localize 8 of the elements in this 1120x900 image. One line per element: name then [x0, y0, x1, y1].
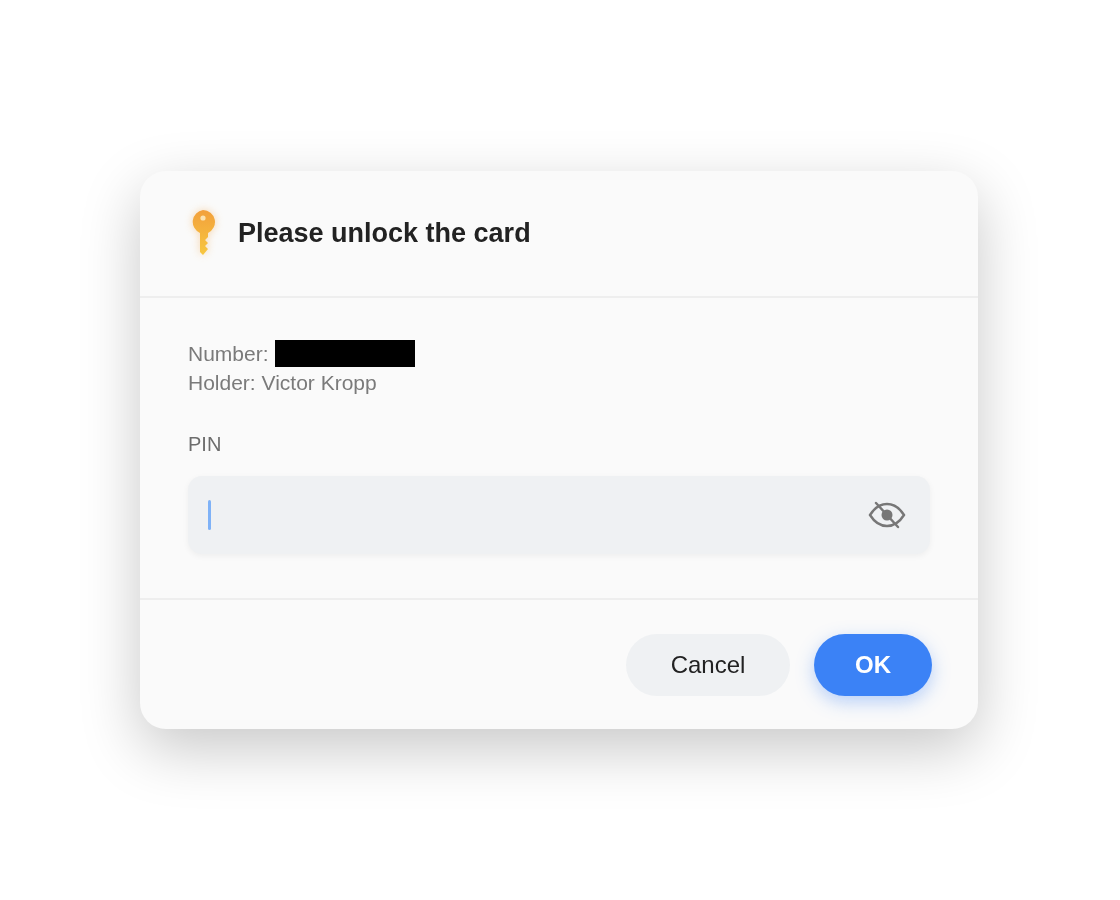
pin-label: PIN — [188, 433, 223, 456]
detail-text: Holder: Victor Kropp — [188, 371, 377, 395]
detail-text: Number: — [188, 341, 269, 366]
ok-button[interactable]: OK — [814, 633, 932, 696]
cancel-button[interactable]: Cancel — [626, 633, 790, 696]
pin-field[interactable] — [188, 476, 930, 554]
eye-slash-icon[interactable] — [868, 501, 906, 529]
dialog-title: Please unlock the card — [238, 218, 531, 249]
